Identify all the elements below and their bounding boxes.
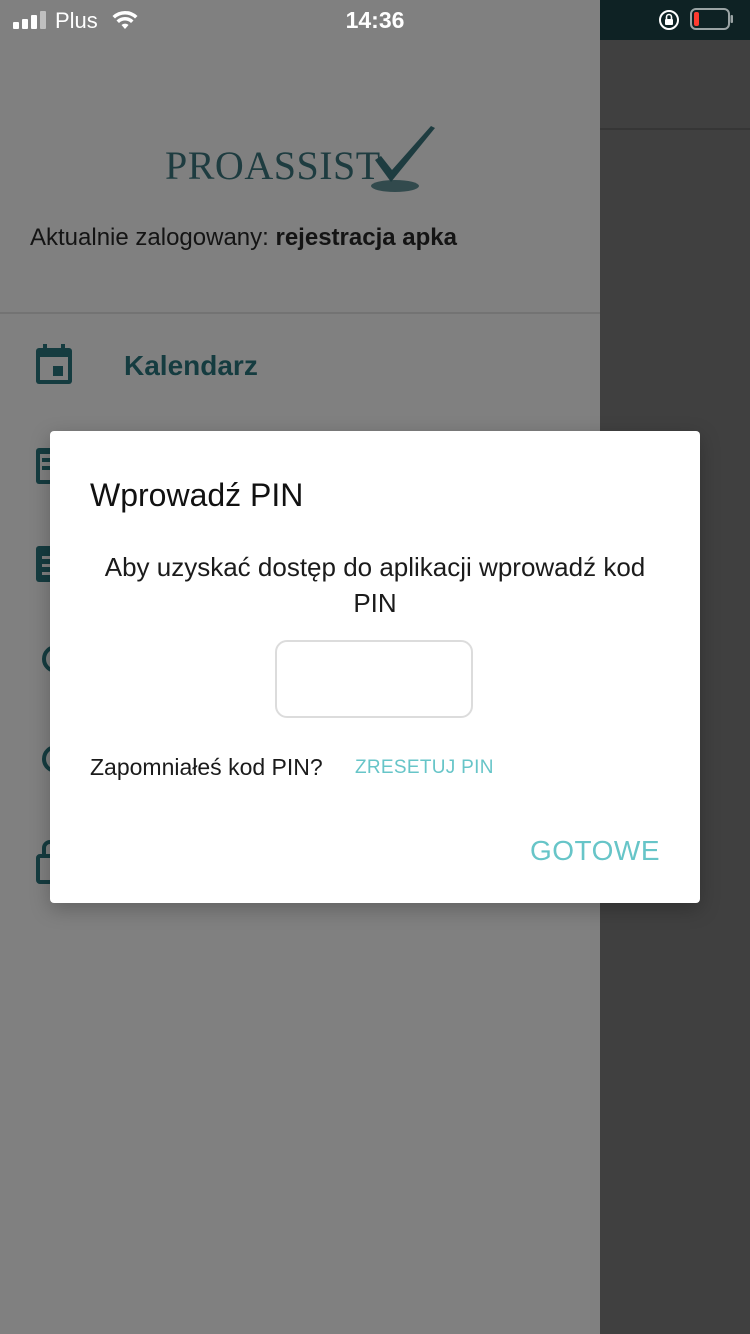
battery-icon — [690, 8, 733, 30]
done-button[interactable]: GOTOWE — [530, 835, 660, 867]
status-bar: Plus 14:36 — [0, 0, 750, 40]
dialog-title: Wprowadź PIN — [90, 477, 304, 513]
forgot-pin-text: Zapomniałeś kod PIN? — [90, 754, 323, 780]
proassist-logo: PROASSIST — [165, 124, 445, 200]
logo-text: PROASSIST — [165, 143, 381, 188]
menu-item-label: Kalendarz — [124, 350, 258, 381]
pin-input[interactable] — [275, 640, 473, 718]
rotation-lock-icon — [659, 10, 679, 30]
pin-dialog: Wprowadź PIN Aby uzyskać dostęp do aplik… — [50, 431, 700, 903]
clock: 14:36 — [345, 7, 405, 33]
dialog-message: Aby uzyskać dostęp do aplikacji wprowadź… — [104, 552, 646, 618]
checkmark-icon — [371, 126, 435, 192]
reset-pin-button[interactable]: ZRESETUJ PIN — [355, 757, 494, 779]
logged-in-info: Aktualnie zalogowany: rejestracja apka — [30, 224, 457, 252]
logged-in-prefix: Aktualnie zalogowany: — [30, 224, 276, 251]
app-toolbar — [600, 40, 750, 130]
drawer-header: PROASSIST Aktualnie zalogowany: rejestra… — [0, 40, 600, 314]
logged-in-user: rejestracja apka — [275, 224, 457, 251]
calendar-icon — [36, 344, 72, 384]
menu-item-kalendarz[interactable]: Kalendarz — [0, 324, 600, 404]
